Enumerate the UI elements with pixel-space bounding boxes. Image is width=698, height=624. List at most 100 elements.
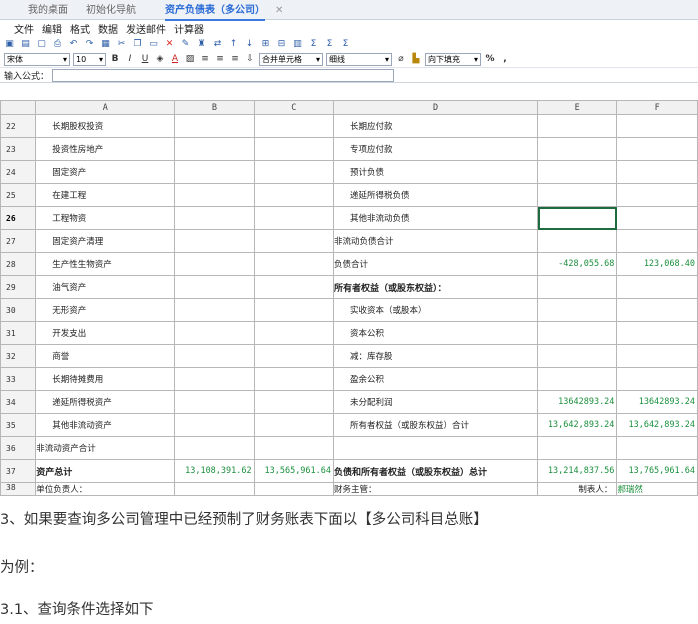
cell-e[interactable]: [537, 229, 618, 253]
cell-e[interactable]: [537, 321, 618, 345]
tab-init-navigation[interactable]: 初始化导航: [86, 2, 136, 19]
row-header[interactable]: 33: [0, 367, 37, 391]
cell-a[interactable]: 在建工程: [35, 183, 176, 207]
cell-f[interactable]: 13642893.24: [616, 390, 698, 414]
freeze-icon[interactable]: ▥: [292, 39, 303, 50]
cell-b[interactable]: [174, 183, 255, 207]
cell-e[interactable]: [537, 367, 618, 391]
font-color-icon[interactable]: A: [169, 54, 181, 64]
thousands-separator-button[interactable]: ,: [499, 54, 511, 64]
cell-b[interactable]: [174, 160, 255, 184]
cell-d[interactable]: 所有者权益（或股东权益）合计: [333, 413, 539, 437]
border-style-select[interactable]: 细线 ▾: [326, 52, 392, 66]
cell-a[interactable]: 工程物资: [35, 206, 176, 230]
replace-icon[interactable]: ⇄: [212, 39, 223, 50]
align-left-icon[interactable]: ≡: [199, 54, 211, 64]
cell-f[interactable]: [616, 160, 698, 184]
cell-a[interactable]: 商誉: [35, 344, 176, 368]
cell-f[interactable]: 13,642,893.24: [616, 413, 698, 437]
row-header[interactable]: 34: [0, 390, 37, 414]
cell-f[interactable]: [616, 321, 698, 345]
cell-f[interactable]: 13,765,961.64: [616, 459, 698, 483]
find-icon[interactable]: ♜: [196, 39, 207, 50]
cell-a[interactable]: 无形资产: [35, 298, 176, 322]
cell-a[interactable]: 递延所得税资产: [35, 390, 176, 414]
cell-d[interactable]: 所有者权益（或股东权益）：: [333, 275, 539, 299]
cell-e[interactable]: [537, 344, 618, 368]
cell-c[interactable]: [253, 344, 335, 368]
cell-f[interactable]: [616, 275, 698, 299]
cell-e[interactable]: [537, 275, 618, 299]
delete-row-icon[interactable]: ⊟: [276, 39, 287, 50]
row-header[interactable]: 31: [0, 321, 37, 345]
row-header[interactable]: 24: [0, 160, 37, 184]
cell-b[interactable]: [174, 390, 255, 414]
menu-file[interactable]: 文件: [14, 21, 34, 36]
column-header-d[interactable]: D: [333, 100, 539, 115]
cell-c[interactable]: 13,565,961.64: [253, 459, 335, 483]
cell-a[interactable]: 单位负责人：: [35, 482, 176, 496]
cell-c[interactable]: [253, 482, 335, 496]
cell-f[interactable]: [616, 183, 698, 207]
select-all-corner[interactable]: [0, 100, 37, 115]
cell-c[interactable]: [253, 183, 335, 207]
cell-d[interactable]: [333, 436, 539, 460]
cell-e[interactable]: [537, 160, 618, 184]
cell-c[interactable]: [253, 114, 335, 138]
menu-format[interactable]: 格式: [70, 21, 90, 36]
font-size-select[interactable]: 10 ▾: [73, 52, 106, 66]
border-icon[interactable]: ▨: [184, 54, 196, 64]
cell-c[interactable]: [253, 137, 335, 161]
tab-balance-sheet[interactable]: 资产负债表（多公司）: [165, 2, 265, 21]
save-icon[interactable]: ▣: [4, 39, 15, 50]
cell-f[interactable]: [616, 137, 698, 161]
row-header[interactable]: 25: [0, 183, 37, 207]
selected-cell[interactable]: [537, 206, 618, 230]
cell-b[interactable]: [174, 367, 255, 391]
cell-b[interactable]: [174, 436, 255, 460]
cell-c[interactable]: [253, 252, 335, 276]
row-header[interactable]: 35: [0, 413, 37, 437]
row-header[interactable]: 22: [0, 114, 37, 138]
menu-calculator[interactable]: 计算器: [174, 21, 204, 36]
clear-icon[interactable]: ⌀: [395, 54, 407, 64]
cell-f[interactable]: [616, 298, 698, 322]
cell-a[interactable]: 长期待摊费用: [35, 367, 176, 391]
row-header[interactable]: 28: [0, 252, 37, 276]
italic-icon[interactable]: I: [124, 54, 136, 64]
cell-d[interactable]: 财务主管：: [333, 482, 539, 496]
menu-edit[interactable]: 编辑: [42, 21, 62, 36]
undo-icon[interactable]: ↶: [68, 39, 79, 50]
cell-d[interactable]: 负债和所有者权益（或股东权益）总计: [333, 459, 539, 483]
sort-asc-icon[interactable]: ↑: [228, 39, 239, 50]
cell-c[interactable]: [253, 160, 335, 184]
cell-d[interactable]: 其他非流动负债: [333, 206, 539, 230]
menu-send-email[interactable]: 发送邮件: [126, 21, 166, 36]
cell-f[interactable]: [616, 229, 698, 253]
cell-d[interactable]: 负债合计: [333, 252, 539, 276]
cell-c[interactable]: [253, 298, 335, 322]
cell-c[interactable]: [253, 321, 335, 345]
cell-a[interactable]: 长期股权投资: [35, 114, 176, 138]
cell-d[interactable]: 未分配利润: [333, 390, 539, 414]
sum-col-icon[interactable]: Σ: [340, 39, 351, 50]
sort-desc-icon[interactable]: ↓: [244, 39, 255, 50]
fill-down-select[interactable]: 向下填充 ▾: [425, 52, 481, 66]
cell-c[interactable]: [253, 229, 335, 253]
column-header-c[interactable]: C: [253, 100, 335, 115]
cell-b[interactable]: [174, 252, 255, 276]
insert-row-icon[interactable]: ⊞: [260, 39, 271, 50]
cell-f[interactable]: [616, 436, 698, 460]
delete-icon[interactable]: ✕: [164, 39, 175, 50]
row-header[interactable]: 38: [0, 482, 37, 496]
row-header[interactable]: 30: [0, 298, 37, 322]
align-right-icon[interactable]: ≡: [229, 54, 241, 64]
print-preview-icon[interactable]: ▢: [36, 39, 47, 50]
cell-a[interactable]: 其他非流动资产: [35, 413, 176, 437]
cell-a[interactable]: 非流动资产合计: [35, 436, 176, 460]
cell-b[interactable]: [174, 298, 255, 322]
column-header-b[interactable]: B: [174, 100, 255, 115]
column-header-f[interactable]: F: [616, 100, 698, 115]
font-family-select[interactable]: 宋体 ▾: [4, 52, 70, 66]
cell-b[interactable]: [174, 413, 255, 437]
